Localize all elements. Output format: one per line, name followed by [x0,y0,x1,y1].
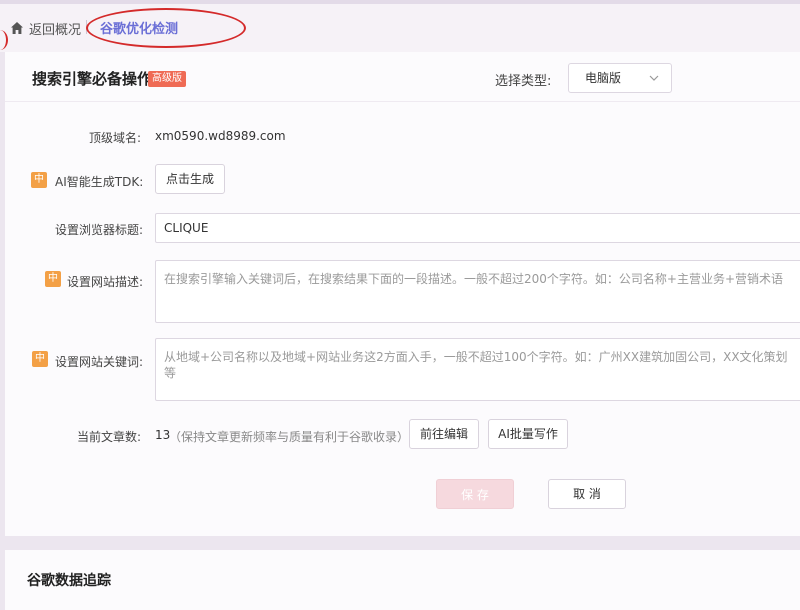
site-description-textarea[interactable]: 在搜索引擎输入关键词后，在搜索结果下面的一段描述。一般不超过200个字符。如：公… [155,260,800,323]
section-title: 搜索引擎必备操作 [32,70,153,88]
articles-note: （保持文章更新频率与质量有利于谷歌收录） [169,430,410,444]
chevron-down-icon [649,75,659,81]
tdk-label: AI智能生成TDK: [55,175,144,189]
domain-label: 顶级域名: [89,131,142,145]
device-type-value: 电脑版 [585,71,622,85]
cancel-button[interactable]: 取 消 [548,479,626,509]
ai-tag-icon: 中 [45,271,61,287]
ai-batch-write-button[interactable]: AI批量写作 [488,419,568,449]
back-to-overview-link[interactable]: 返回概况 [10,18,81,38]
articles-count: 13 [155,428,171,442]
site-keywords-label: 设置网站关键词: [55,355,144,369]
card-header: 搜索引擎必备操作 高级版 选择类型: 电脑版 [5,52,800,102]
annotation-arc [0,30,8,50]
premium-badge: 高级版 [148,71,186,87]
ai-tag-icon: 中 [32,351,48,367]
site-keywords-textarea[interactable]: 从地域+公司名称以及地域+网站业务这2方面入手，一般不超过100个字符。如：广州… [155,338,800,401]
google-tracking-card: 谷歌数据追踪 [5,550,800,610]
site-description-label: 设置网站描述: [67,275,144,289]
device-type-select[interactable]: 电脑版 [568,63,672,93]
keywords-placeholder: 从地域+公司名称以及地域+网站业务这2方面入手，一般不超过100个字符。如：广州… [164,350,788,380]
domain-value: xm0590.wd8989.com [155,129,286,143]
save-button[interactable]: 保 存 [436,479,514,509]
ai-tag-icon: 中 [31,172,47,188]
section-title-tracking: 谷歌数据追踪 [27,573,111,589]
type-label: 选择类型: [495,74,552,89]
back-link-label: 返回概况 [29,22,82,38]
go-edit-button[interactable]: 前往编辑 [409,419,479,449]
description-placeholder: 在搜索引擎输入关键词后，在搜索结果下面的一段描述。一般不超过200个字符。如：公… [164,272,784,286]
browser-title-label: 设置浏览器标题: [55,223,144,237]
browser-title-input[interactable]: CLIQUE [155,213,800,243]
home-icon [11,22,23,34]
top-bar: 返回概况 谷歌优化检测 [0,0,800,52]
seo-settings-card: 搜索引擎必备操作 高级版 选择类型: 电脑版 顶级域名: xm0590.wd89… [5,52,800,536]
top-border [0,0,800,4]
generate-tdk-button[interactable]: 点击生成 [155,164,225,194]
annotation-oval [86,8,246,48]
articles-label: 当前文章数: [77,430,142,444]
